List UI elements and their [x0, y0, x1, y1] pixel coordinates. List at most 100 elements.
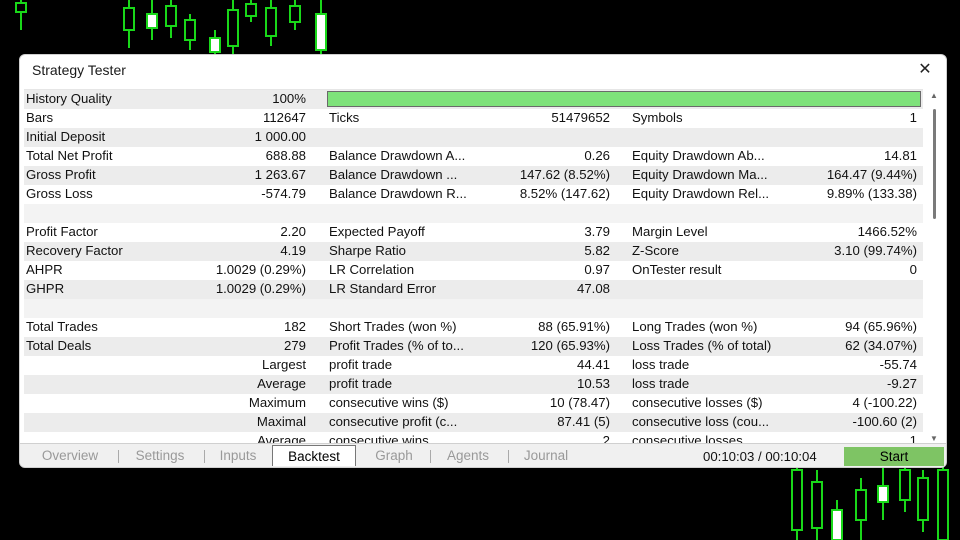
report-label-1: Profit Factor	[26, 224, 98, 239]
tab-overview[interactable]: Overview	[30, 447, 110, 465]
start-button[interactable]: Start	[844, 447, 944, 466]
report-label-2: Balance Drawdown A...	[329, 148, 466, 163]
report-value-3: 1466.52%	[857, 224, 917, 239]
tab-agents[interactable]: Agents	[436, 447, 500, 465]
report-value-3: 94 (65.96%)	[845, 319, 917, 334]
tab-backtest[interactable]: Backtest	[272, 445, 356, 466]
report-label-1: Initial Deposit	[26, 129, 106, 144]
report-row: Largest profit trade 44.41 loss trade -55.74	[24, 356, 923, 375]
candle-body	[146, 13, 158, 29]
tab-inputs[interactable]: Inputs	[210, 447, 266, 465]
scroll-down-icon[interactable]: ▼	[927, 434, 941, 443]
report-value-3: 0	[909, 262, 917, 277]
report-label-3: Equity Drawdown Ab...	[632, 148, 765, 163]
report-label-3: loss trade	[632, 357, 690, 372]
scroll-up-icon[interactable]: ▲	[927, 91, 941, 100]
tab-journal[interactable]: Journal	[514, 447, 578, 465]
report-row: Total Deals 279 Profit Trades (% of to... 1…	[24, 337, 923, 356]
report-row: Total Trades 182 Short Trades (won %) 88 (6…	[24, 318, 923, 337]
report-label-2: LR Standard Error	[329, 281, 437, 296]
report-value-1: 4.19	[280, 243, 306, 258]
report-value-3: -100.60 (2)	[852, 414, 917, 429]
report-row: GHPR 1.0029 (0.29%) LR Standard Error 47.08	[24, 280, 923, 299]
report-label-1: Gross Loss	[26, 186, 93, 201]
report-label-3: Loss Trades (% of total)	[632, 338, 772, 353]
candle-body	[831, 509, 843, 540]
history-quality-bar	[327, 91, 921, 107]
candle-body	[791, 469, 803, 531]
report-label-3: consecutive losses ($)	[632, 395, 763, 410]
report-label-3: Long Trades (won %)	[632, 319, 758, 334]
report-label-3: Margin Level	[632, 224, 708, 239]
report-value-3: 164.47 (9.44%)	[826, 167, 917, 182]
history-quality-fill	[328, 92, 920, 106]
report-label-2: Ticks	[329, 110, 360, 125]
report-label-1: Recovery Factor	[26, 243, 123, 258]
report-row: Recovery Factor 4.19 Sharpe Ratio 5.82 Z-Sco…	[24, 242, 923, 261]
report-row	[24, 299, 923, 318]
candle-body	[265, 7, 277, 37]
report-row: Total Net Profit 688.88 Balance Drawdown A…	[24, 147, 923, 166]
candle-body	[855, 489, 867, 521]
candle-body	[123, 7, 135, 31]
report-label-2: profit trade	[329, 357, 393, 372]
report-value-1: Largest	[262, 357, 306, 372]
report-label-1: Gross Profit	[26, 167, 96, 182]
report-label-2: Profit Trades (% of to...	[329, 338, 464, 353]
report-value-1: Average	[257, 376, 306, 391]
report-label-1: Total Deals	[26, 338, 92, 353]
report-label-3: OnTester result	[632, 262, 722, 277]
report-value-2: 0.26	[584, 148, 610, 163]
report-value-2: 47.08	[576, 281, 610, 296]
report-label-2: Short Trades (won %)	[329, 319, 457, 334]
report-row: Maximum consecutive wins ($) 10 (78.47) con…	[24, 394, 923, 413]
report-label-2: Expected Payoff	[329, 224, 425, 239]
report-value-3: -55.74	[879, 357, 917, 372]
report-label-2: consecutive wins ($)	[329, 395, 449, 410]
report-value-2: 120 (65.93%)	[530, 338, 610, 353]
report-row: AHPR 1.0029 (0.29%) LR Correlation 0.97 OnTe…	[24, 261, 923, 280]
report-row: Gross Loss -574.79 Balance Drawdown R... 8.…	[24, 185, 923, 204]
backtest-report: History Quality 100% Bars 112647 Ticks 5147…	[24, 89, 923, 444]
report-value-3: 9.89% (133.38)	[826, 186, 917, 201]
report-value-1: 1.0029 (0.29%)	[215, 262, 306, 277]
scroll-thumb[interactable]	[933, 109, 936, 219]
report-value-1: 1 000.00	[254, 129, 306, 144]
report-value-1: 182	[283, 319, 306, 334]
vertical-scrollbar[interactable]: ▲ ▼	[927, 91, 941, 443]
report-label-1: Total Trades	[26, 319, 98, 334]
report-row	[24, 204, 923, 223]
tab-settings[interactable]: Settings	[124, 447, 196, 465]
report-label-3: consecutive loss (cou...	[632, 414, 770, 429]
report-row: Initial Deposit 1 000.00	[24, 128, 923, 147]
report-value-1: 279	[283, 338, 306, 353]
report-label-2: consecutive profit (c...	[329, 414, 458, 429]
report-value-2: 88 (65.91%)	[538, 319, 610, 334]
report-label-3: Equity Drawdown Rel...	[632, 186, 770, 201]
report-value-1: 2.20	[280, 224, 306, 239]
report-value-3: 1	[909, 110, 917, 125]
candle-body	[315, 13, 327, 51]
candle-body	[184, 19, 196, 41]
report-value-1: Maximum	[248, 395, 306, 410]
report-label-2: Sharpe Ratio	[329, 243, 406, 258]
tab-graph[interactable]: Graph	[364, 447, 424, 465]
candle-body	[289, 5, 301, 23]
report-value-1: 688.88	[265, 148, 306, 163]
report-label-1: AHPR	[26, 262, 63, 277]
candle-body	[209, 37, 221, 53]
report-label-2: Balance Drawdown ...	[329, 167, 458, 182]
candle-body	[877, 485, 889, 503]
report-row: Gross Profit 1 263.67 Balance Drawdown ...…	[24, 166, 923, 185]
report-value-3: -9.27	[886, 376, 917, 391]
report-value-1: 1.0029 (0.29%)	[215, 281, 306, 296]
report-value-1: 112647	[262, 110, 306, 125]
report-row: Profit Factor 2.20 Expected Payoff 3.79 Marg…	[24, 223, 923, 242]
close-icon[interactable]: ✕	[914, 59, 936, 81]
candle-body	[15, 2, 27, 13]
candle-body	[899, 469, 911, 501]
report-value-2: 87.41 (5)	[557, 414, 610, 429]
report-value-1: Maximal	[256, 414, 306, 429]
window-title: Strategy Tester	[32, 62, 126, 78]
report-value-3: 3.10 (99.74%)	[834, 243, 917, 258]
